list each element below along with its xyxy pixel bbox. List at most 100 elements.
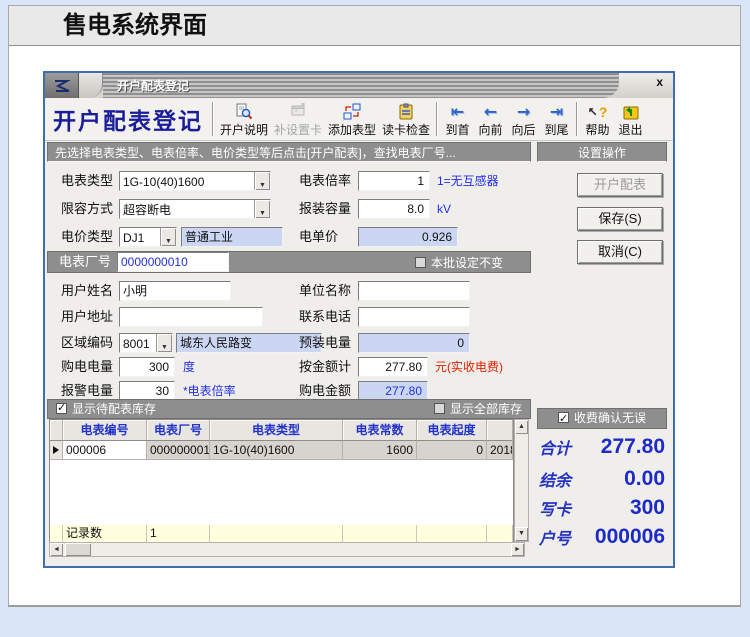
total-label: 合计: [539, 439, 572, 458]
checkbox-icon[interactable]: [433, 403, 445, 414]
table-row[interactable]: 000006 0000000010 1G-10(40)1600 1600 0 2…: [50, 441, 513, 460]
alarm-qty-note: *电表倍率: [183, 384, 236, 398]
scrollbar-thumb[interactable]: [65, 543, 91, 556]
scroll-right-icon[interactable]: ►: [511, 543, 524, 556]
close-button[interactable]: x: [656, 73, 673, 89]
meter-ratio-input[interactable]: 1: [358, 171, 430, 191]
alarm-qty-label: 报警电量: [61, 383, 114, 398]
limit-mode-select[interactable]: 超容断电: [119, 199, 271, 219]
by-amount-note: 元(实收电费): [435, 360, 503, 374]
add-meter-type-button[interactable]: 添加表型: [325, 99, 379, 139]
region-code-select[interactable]: 8001: [119, 333, 173, 353]
meter-ratio-note: 1=无互感器: [437, 174, 499, 188]
address-label: 用户地址: [61, 309, 114, 324]
show-pending-checkbox[interactable]: 显示待配表库存: [56, 400, 156, 418]
factory-number-label: 电表厂号: [59, 254, 112, 269]
factory-number-input[interactable]: 0000000010: [117, 252, 229, 272]
open-meter-button: 开户配表: [577, 173, 663, 197]
app-logo-icon: [45, 73, 79, 98]
preload-value: 0: [358, 333, 470, 353]
toolbar-separator: [576, 102, 579, 136]
balance-label: 结余: [539, 471, 572, 490]
exit-button[interactable]: 退出: [614, 99, 647, 139]
user-name-input[interactable]: 小明: [119, 281, 231, 301]
capacity-label: 报装容量: [299, 201, 352, 216]
meter-stock-table: 电表编号 电表厂号 电表类型 电表常数 电表起度 000006 00000000…: [49, 419, 514, 543]
toolbar-button-label: 添加表型: [328, 123, 377, 137]
capacity-input[interactable]: 8.0: [358, 199, 430, 219]
chevron-down-icon[interactable]: [254, 200, 270, 218]
setup-card-icon: *: [289, 102, 307, 121]
add-meter-icon: [343, 102, 361, 121]
hint-text: 先选择电表类型、电表倍率、电价类型等后点击[开户配表]，查找电表厂号...: [55, 146, 456, 160]
scroll-up-icon[interactable]: ▲: [515, 420, 528, 434]
header-meter-type[interactable]: 电表类型: [210, 420, 343, 441]
panel-title-bar: 设置操作: [537, 142, 667, 162]
go-first-button[interactable]: ⇤ 到首: [441, 99, 474, 139]
vertical-scrollbar[interactable]: ▲ ▼: [514, 419, 529, 542]
first-record-icon: ⇤: [450, 102, 465, 121]
price-type-desc: 普通工业: [181, 227, 283, 247]
by-amount-label: 按金额计: [299, 359, 352, 374]
batch-fixed-checkbox[interactable]: 本批设定不变: [415, 254, 503, 272]
toolbar-button-label: 到首: [445, 123, 470, 137]
header-meter-no[interactable]: 电表编号: [63, 420, 147, 441]
cancel-button[interactable]: 取消(C): [577, 240, 663, 264]
unit-name-input[interactable]: [358, 281, 470, 301]
read-card-check-button[interactable]: 读卡检查: [379, 99, 433, 139]
toolbar-button-label: 读卡检查: [382, 123, 431, 137]
limit-mode-label: 限容方式: [61, 201, 114, 216]
write-card-value: 300: [629, 496, 665, 519]
chevron-down-icon[interactable]: [160, 228, 176, 246]
purchase-amount-value: 277.80: [358, 381, 428, 401]
page-header: 售电系统界面: [9, 6, 740, 46]
meter-ratio-label: 电表倍率: [299, 173, 352, 188]
help-button[interactable]: ↖? 帮助: [581, 99, 614, 139]
purchase-qty-input[interactable]: 300: [119, 357, 175, 377]
price-type-select[interactable]: DJ1: [119, 227, 177, 247]
horizontal-scrollbar[interactable]: ◄ ►: [49, 542, 525, 557]
account-no-label: 户号: [539, 529, 572, 548]
balance-value: 0.00: [624, 467, 665, 490]
page-title: 售电系统界面: [63, 12, 207, 39]
go-next-button[interactable]: → 向后: [507, 99, 540, 139]
save-button[interactable]: 保存(S): [577, 207, 663, 231]
go-previous-button[interactable]: ← 向前: [474, 99, 507, 139]
toolbar-separator: [436, 102, 439, 136]
dialog-window: 开户配表登记 x 开户配表登记 开户说明 * 补设置卡 添加表型 读卡检查 ⇤ …: [43, 71, 675, 568]
read-card-icon: [397, 102, 415, 121]
phone-input[interactable]: [358, 307, 470, 327]
table-empty-area: [50, 460, 513, 525]
price-type-label: 电价类型: [61, 229, 114, 244]
header-factory-no[interactable]: 电表厂号: [147, 420, 210, 441]
purchase-qty-note: 度: [183, 360, 196, 374]
chevron-down-icon[interactable]: [156, 334, 172, 352]
by-amount-input[interactable]: 277.80: [358, 357, 428, 377]
checkbox-checked-icon[interactable]: [557, 410, 569, 429]
show-all-checkbox[interactable]: 显示全部库存: [433, 400, 522, 418]
user-name-label: 用户姓名: [61, 283, 114, 298]
account-no-value: 000006: [594, 525, 665, 548]
meter-type-select[interactable]: 1G-10(40)1600: [119, 171, 271, 191]
scroll-down-icon[interactable]: ▼: [515, 527, 528, 541]
toolbar-separator: [212, 102, 214, 136]
go-last-button[interactable]: ⇥ 到尾: [540, 99, 573, 139]
header-meter-constant[interactable]: 电表常数: [343, 420, 417, 441]
checkbox-checked-icon[interactable]: [56, 401, 67, 414]
scroll-left-icon[interactable]: ◄: [50, 543, 63, 556]
chevron-down-icon[interactable]: [254, 172, 270, 190]
capacity-note: kV: [437, 202, 452, 216]
purchase-qty-label: 购电电量: [61, 359, 114, 374]
record-count-label: 记录数: [63, 525, 147, 542]
open-instructions-button[interactable]: 开户说明: [217, 99, 271, 139]
toolbar-button-label: 向后: [511, 123, 536, 137]
toolbar-button-label: 开户说明: [220, 123, 269, 137]
preload-label: 预装电量: [299, 335, 352, 350]
stock-filter-bar: 显示待配表库存 显示全部库存: [47, 399, 531, 419]
header-extra[interactable]: [487, 420, 513, 441]
address-input[interactable]: [119, 307, 263, 327]
checkbox-icon[interactable]: [415, 257, 426, 268]
header-start-reading[interactable]: 电表起度: [417, 420, 487, 441]
alarm-qty-input[interactable]: 30: [119, 381, 175, 401]
toolbar: 开户配表登记 开户说明 * 补设置卡 添加表型 读卡检查 ⇤ 到首 ← 向前 →…: [45, 98, 673, 141]
